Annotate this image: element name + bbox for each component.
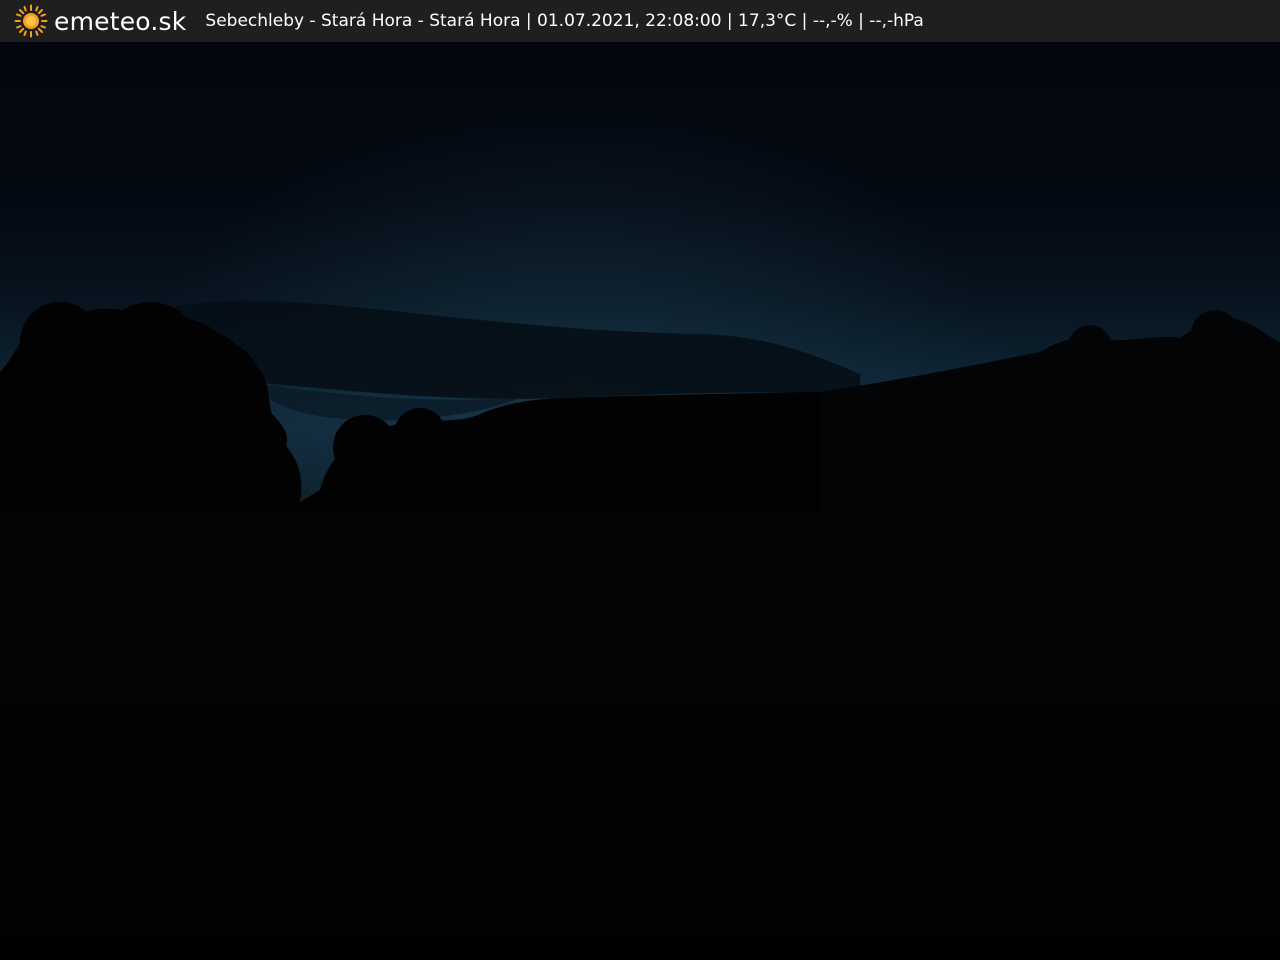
sun-icon bbox=[14, 4, 48, 38]
webcam-frame: emeteo.sk Sebechleby - Stará Hora - Star… bbox=[0, 0, 1280, 960]
night-landscape bbox=[0, 42, 1280, 960]
webcam-caption: Sebechleby - Stará Hora - Stará Hora | 0… bbox=[205, 11, 924, 31]
webcam-image bbox=[0, 42, 1280, 960]
header-bar: emeteo.sk Sebechleby - Stará Hora - Star… bbox=[0, 0, 1280, 42]
brand-name[interactable]: emeteo.sk bbox=[54, 7, 186, 36]
